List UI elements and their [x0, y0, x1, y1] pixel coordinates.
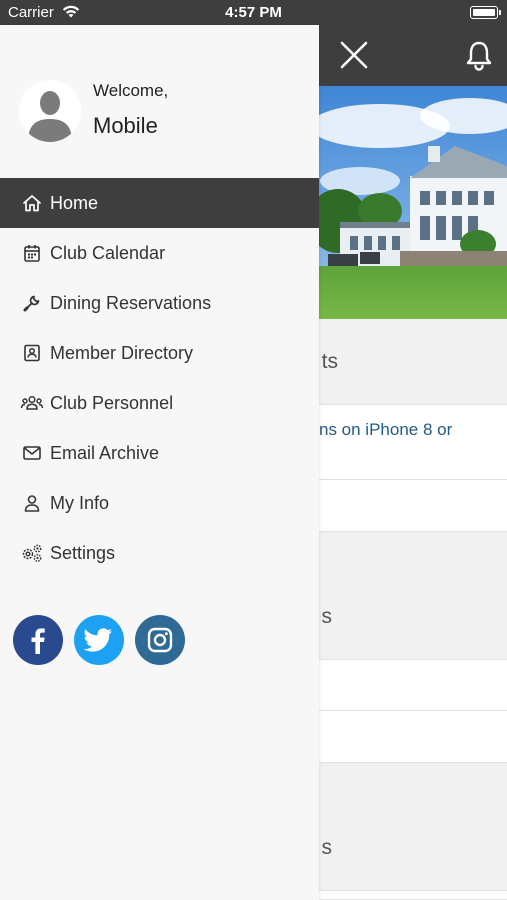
menu-item-label: Club Calendar — [50, 242, 166, 263]
battery-icon — [470, 6, 501, 19]
avatar[interactable] — [19, 80, 81, 142]
menu-item-email-archive[interactable]: Email Archive — [0, 428, 319, 478]
navigation-drawer: Welcome, Mobile Home Club Calendar Dinin… — [0, 25, 319, 900]
facebook-button[interactable] — [13, 615, 63, 665]
menu-item-label: Home — [50, 192, 99, 213]
instagram-button[interactable] — [135, 615, 185, 665]
user-name: Mobile — [93, 113, 158, 138]
user-icon — [20, 491, 44, 515]
menu-item-member-directory[interactable]: Member Directory — [0, 328, 319, 378]
menu-item-club-calendar[interactable]: Club Calendar — [0, 228, 319, 278]
menu-item-home[interactable]: Home — [0, 178, 319, 228]
calendar-icon — [20, 241, 44, 265]
contact-book-icon — [20, 341, 44, 365]
instagram-icon — [147, 627, 173, 653]
menu-item-club-personnel[interactable]: Club Personnel — [0, 378, 319, 428]
status-bar: Carrier 4:57 PM — [0, 0, 507, 25]
user-silhouette-icon — [19, 80, 81, 142]
status-time: 4:57 PM — [225, 4, 282, 21]
facebook-icon — [31, 628, 45, 654]
home-icon — [20, 191, 44, 215]
notifications-button[interactable] — [459, 35, 499, 75]
menu-item-my-info[interactable]: My Info — [0, 478, 319, 528]
twitter-button[interactable] — [74, 615, 124, 665]
menu-item-label: Dining Reservations — [50, 292, 212, 313]
menu-item-label: Club Personnel — [50, 392, 174, 413]
group-icon — [20, 391, 44, 415]
wrench-icon — [20, 291, 44, 315]
close-icon — [340, 41, 368, 69]
menu-item-settings[interactable]: Settings — [0, 528, 319, 578]
envelope-icon — [20, 441, 44, 465]
menu-item-label: My Info — [50, 492, 110, 513]
close-menu-button[interactable] — [334, 35, 374, 75]
twitter-icon — [84, 628, 112, 652]
gears-icon — [20, 541, 44, 565]
menu-item-label: Member Directory — [50, 342, 194, 363]
welcome-label: Welcome, — [93, 81, 169, 100]
menu-item-label: Email Archive — [50, 442, 160, 463]
bell-icon — [466, 41, 492, 71]
menu-item-label: Settings — [50, 542, 116, 563]
menu-item-dining-reservations[interactable]: Dining Reservations — [0, 278, 319, 328]
